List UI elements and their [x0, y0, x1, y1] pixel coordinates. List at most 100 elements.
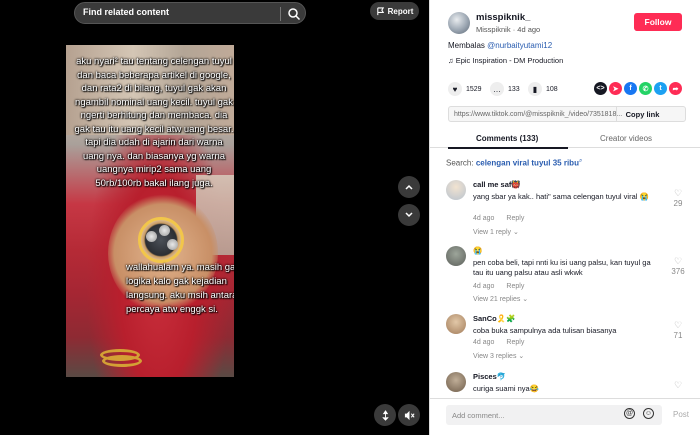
avatar[interactable] [446, 180, 466, 200]
comment-like-button[interactable]: ♡ 29 [668, 188, 688, 208]
reply-button[interactable]: Reply [506, 339, 524, 346]
comment-meta: 4d ago Reply [473, 283, 536, 290]
bookmark-icon: ▮ [528, 82, 542, 96]
list-item: SanCo🎗️🧩 coba buka sampulnya ada tulisan… [446, 314, 691, 366]
heart-outline-icon: ♡ [673, 380, 683, 390]
view-replies-button[interactable]: View 1 reply ⌄ [473, 228, 519, 236]
list-item: Pisces🐬 curiga suami nya😂 ♡ [446, 372, 691, 396]
comment-icon: … [490, 82, 504, 96]
like-count: 1529 [466, 85, 482, 93]
avatar[interactable] [446, 314, 466, 334]
comment-like-count: 29 [673, 199, 683, 208]
comment-text: pen coba beli, tapi nnti ku isi uang pal… [473, 258, 651, 277]
search-divider [280, 7, 281, 21]
coin-bank-image [138, 217, 184, 263]
report-button[interactable]: Report [370, 2, 419, 20]
heart-icon: ♥ [448, 82, 462, 96]
report-label: Report [387, 6, 414, 16]
whatsapp-share-icon[interactable]: ✆ [639, 82, 652, 95]
reply-button[interactable]: Reply [506, 283, 524, 290]
comment-like-count: 376 [671, 267, 685, 276]
search-suggestion[interactable]: Search: celengan viral tuyul 35 ribu⌕ [446, 158, 582, 168]
coin-image [167, 239, 178, 250]
embed-share-icon[interactable]: <> [594, 82, 607, 95]
music-note-icon: ♫ [448, 56, 456, 65]
heart-outline-icon: ♡ [673, 188, 683, 198]
action-bar: ♥ 1529 … 133 ▮ 108 <> ➤ f ✆ t ➦ [448, 82, 688, 98]
author-username[interactable]: misspiknik_ [476, 12, 530, 23]
mute-button[interactable] [398, 404, 420, 426]
music-row[interactable]: ♫ Epic Inspiration - DM Production [448, 56, 563, 65]
active-tab-indicator [448, 147, 568, 149]
comment-author[interactable]: Pisces🐬 [473, 372, 506, 381]
avatar[interactable] [446, 246, 466, 266]
more-share-icon[interactable]: ➦ [669, 82, 682, 95]
search-suggestion-query[interactable]: celengan viral tuyul 35 ribu [476, 159, 579, 168]
avatar[interactable] [448, 12, 470, 34]
comment-date: 4d ago [473, 283, 495, 290]
comment-meta: 4d ago Reply [473, 215, 536, 222]
send-share-icon[interactable]: ➤ [609, 82, 622, 95]
comment-text: curiga suami nya😂 [473, 384, 540, 393]
comment-author[interactable]: 😭 [473, 246, 482, 255]
tab-comments[interactable]: Comments (133) [476, 134, 538, 143]
search-suggestion-icon: ⌕ [578, 158, 583, 164]
app-root: Find related content Report aku nyari² t… [0, 0, 700, 435]
emoji-icon[interactable]: ☺ [643, 408, 654, 419]
reply-button[interactable]: Reply [506, 215, 524, 222]
heart-outline-icon: ♡ [673, 256, 683, 266]
music-title: Epic Inspiration - DM Production [455, 56, 564, 65]
facebook-share-icon[interactable]: f [624, 82, 637, 95]
volume-muted-icon [404, 410, 415, 420]
comment-action[interactable]: … 133 [490, 82, 520, 96]
comment-meta: 4d ago Reply [473, 339, 536, 346]
video-pane: Find related content Report aku nyari² t… [0, 0, 429, 435]
add-comment-bar: Add comment... @ ☺ Post [430, 398, 700, 435]
mention-icon[interactable]: @ [624, 408, 635, 419]
avatar[interactable] [446, 372, 466, 392]
list-item: call me saf👹 yang sbar ya kak.. hati" sa… [446, 180, 691, 240]
heart-outline-icon: ♡ [673, 320, 683, 330]
video-link-url: https://www.tiktok.com/@misspiknik_/vide… [454, 110, 623, 118]
coin-image [159, 225, 170, 236]
comment-like-button[interactable]: ♡ 71 [668, 320, 688, 340]
comment-like-button[interactable]: ♡ [668, 380, 688, 391]
copy-link-button[interactable]: Copy link [616, 106, 668, 122]
video-description: Membalas @nurbaityutami12 [448, 41, 552, 50]
search-suggestion-prefix: Search: [446, 158, 474, 168]
previous-video-button[interactable] [398, 176, 420, 198]
view-replies-button[interactable]: View 3 replies ⌄ [473, 352, 524, 360]
comment-like-button[interactable]: ♡ 376 [668, 256, 688, 276]
like-action[interactable]: ♥ 1529 [448, 82, 482, 96]
comment-text: yang sbar ya kak.. hati" sama celengan t… [473, 192, 649, 201]
mention-link[interactable]: @nurbaityutami12 [487, 41, 552, 50]
details-panel: misspiknik_ Misspiknik · 4d ago Follow M… [429, 0, 700, 435]
next-video-button[interactable] [398, 204, 420, 226]
comment-author[interactable]: call me saf👹 [473, 180, 521, 189]
view-replies-button[interactable]: View 21 replies ⌄ [473, 295, 528, 303]
comment-date: 4d ago [473, 339, 495, 346]
search-icon[interactable] [287, 7, 301, 21]
float-player-button[interactable] [374, 404, 396, 426]
chevron-down-icon [405, 212, 413, 218]
bangle-image [102, 355, 142, 367]
post-button[interactable]: Post [673, 410, 689, 419]
video-caption-bottom: wallahualam ya. masih gak logika kalo ga… [126, 262, 234, 315]
post-age: 4d ago [517, 25, 541, 34]
search-bar[interactable]: Find related content [74, 2, 306, 24]
chevron-up-icon [405, 184, 413, 190]
search-input[interactable]: Find related content [83, 7, 169, 17]
video-frame[interactable]: aku nyari² tau tentang celengan tuyul da… [66, 45, 234, 377]
save-action[interactable]: ▮ 108 [528, 82, 558, 96]
tab-creator-videos[interactable]: Creator videos [600, 134, 652, 143]
list-item: 😭 pen coba beli, tapi nnti ku isi uang p… [446, 246, 691, 306]
comment-tabs: Comments (133) Creator videos [430, 130, 700, 149]
comment-author[interactable]: SanCo🎗️🧩 [473, 314, 515, 323]
coin-image [146, 231, 157, 242]
follow-button[interactable]: Follow [634, 13, 682, 31]
flag-icon [376, 6, 384, 15]
pip-icon [381, 409, 389, 421]
twitter-share-icon[interactable]: t [654, 82, 667, 95]
comment-text: coba buka sampulnya ada tulisan biasanya [473, 326, 617, 335]
comment-date: 4d ago [473, 215, 495, 222]
